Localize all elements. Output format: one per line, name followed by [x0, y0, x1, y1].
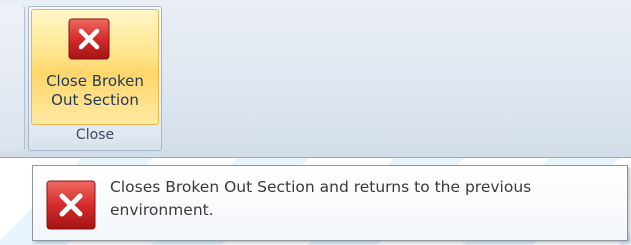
tooltip: Closes Broken Out Section and returns to… [32, 165, 628, 241]
close-broken-out-section-label: Close Broken Out Section [46, 72, 144, 109]
close-broken-out-section-button[interactable]: Close Broken Out Section [31, 9, 159, 125]
close-x-icon [46, 180, 96, 230]
ribbon-group-close: Close Broken Out Section Close [28, 6, 162, 151]
tooltip-description: Closes Broken Out Section and returns to… [110, 178, 532, 219]
close-x-icon [68, 18, 110, 60]
ribbon: Close Broken Out Section Close [0, 0, 631, 158]
group-label: Close [75, 127, 115, 143]
ribbon-previous-group-edge [0, 6, 25, 151]
